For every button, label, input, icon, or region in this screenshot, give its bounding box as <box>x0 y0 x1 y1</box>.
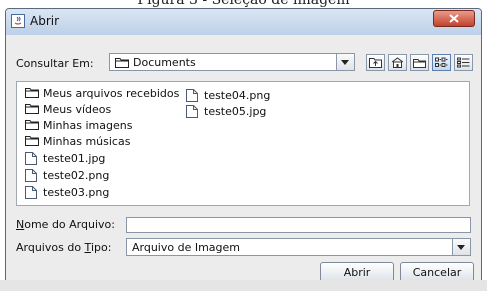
figure-caption: Figura 3 - Seleção de imagem <box>137 0 350 8</box>
look-in-value: Documents <box>133 56 196 69</box>
new-folder-icon <box>413 59 426 68</box>
folder-icon <box>115 58 129 68</box>
file-list[interactable]: Meus arquivos recebidos Meus vídeos Minh… <box>16 81 470 206</box>
up-one-level-icon <box>369 58 382 68</box>
file-icon <box>186 89 198 102</box>
file-icon <box>186 105 198 118</box>
home-icon <box>391 57 404 68</box>
folder-icon <box>25 88 39 98</box>
title-bar: Abrir <box>6 9 481 35</box>
list-view-icon <box>435 57 448 67</box>
up-one-level-button[interactable] <box>366 54 385 71</box>
java-app-icon <box>11 14 25 28</box>
look-in-combo[interactable]: Documents <box>109 53 355 71</box>
bottom-margin <box>0 280 487 291</box>
filename-input[interactable] <box>126 217 471 233</box>
dialog-content: Consultar Em: Documents Meus arquivos re… <box>10 35 477 283</box>
details-view-icon <box>457 57 470 68</box>
filetype-value: Arquivo de Imagem <box>132 241 241 254</box>
filename-label: Nome do Arquivo: <box>16 218 115 231</box>
open-dialog: Abrir Consultar Em: Documents Meus arqui… <box>5 8 482 286</box>
new-folder-button[interactable] <box>410 54 429 71</box>
file-icon <box>25 169 37 182</box>
window-title: Abrir <box>30 14 60 28</box>
folder-icon <box>25 104 39 114</box>
close-button[interactable] <box>433 10 475 27</box>
file-icon <box>25 186 37 199</box>
look-in-label: Consultar Em: <box>16 57 94 70</box>
chevron-down-icon[interactable] <box>452 239 470 255</box>
list-view-button[interactable] <box>432 54 451 71</box>
chevron-down-icon[interactable] <box>336 54 354 70</box>
close-icon <box>449 14 459 23</box>
folder-icon <box>25 136 39 146</box>
folder-icon <box>25 120 39 130</box>
filetype-combo[interactable]: Arquivo de Imagem <box>126 238 471 256</box>
home-button[interactable] <box>388 54 407 71</box>
details-view-button[interactable] <box>454 54 473 71</box>
file-icon <box>25 152 37 165</box>
filetype-label: Arquivos do Tipo: <box>16 241 112 254</box>
